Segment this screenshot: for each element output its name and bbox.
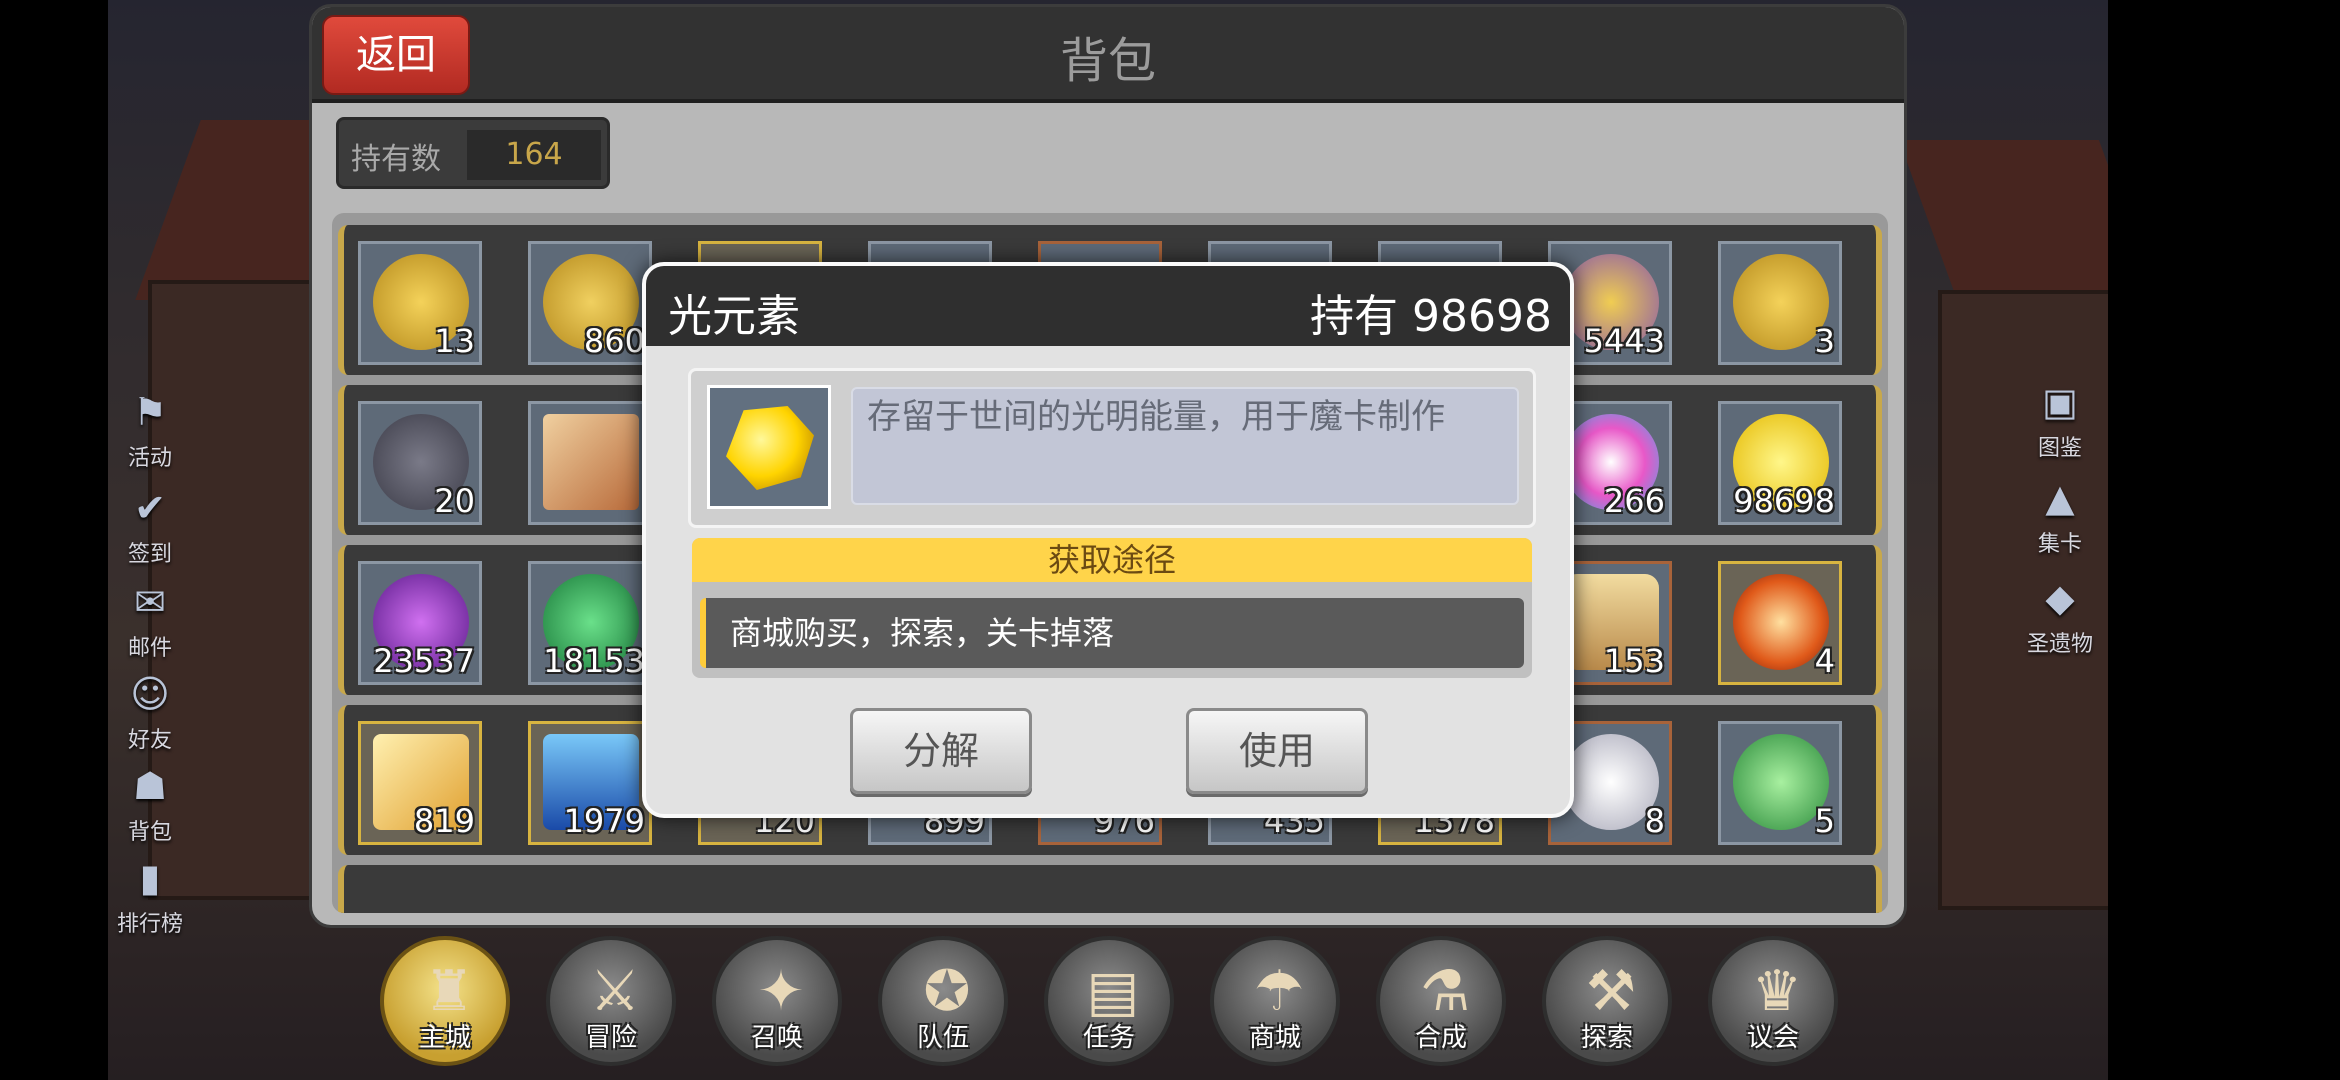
item-slot[interactable]: 4 [1718, 561, 1842, 685]
item-quantity: 3 [1814, 322, 1835, 360]
nav-summon[interactable]: ✦ 召唤 [712, 936, 842, 1066]
item-quantity: 13 [434, 322, 475, 360]
item-quantity: 1979 [563, 802, 645, 840]
nav-main-city[interactable]: ♜ 主城 [380, 936, 510, 1066]
item-slot[interactable]: 860 [528, 241, 652, 365]
dialog-header: 光元素 持有 98698 [646, 266, 1570, 346]
item-detail-dialog: 光元素 持有 98698 存留于世间的光明能量，用于魔卡制作 获取途径 商城购买… [642, 262, 1574, 818]
item-slot[interactable]: 20 [358, 401, 482, 525]
item-slot[interactable]: 18153 [528, 561, 652, 685]
item-quantity: 4 [1814, 642, 1835, 680]
item-quantity: 8 [1644, 802, 1665, 840]
use-button[interactable]: 使用 [1186, 708, 1368, 794]
side-activity-label: 活动 [127, 446, 172, 471]
nav-label: 探索 [1580, 1023, 1633, 1053]
checkin-icon: ✔ [134, 486, 166, 530]
nav-team[interactable]: ✪ 队伍 [878, 936, 1008, 1066]
side-backpack-label: 背包 [127, 820, 172, 845]
bottom-navigation: ♜ 主城 ⚔ 冒险 ✦ 召唤 ✪ 队伍 ▤ 任务 ☂ 商城 ⚗ 合成 ⚒ 探索 … [380, 936, 1840, 1076]
item-quantity: 20 [434, 482, 475, 520]
decompose-button[interactable]: 分解 [850, 708, 1032, 794]
item-quantity: 23537 [373, 642, 475, 680]
nav-council[interactable]: ♛ 议会 [1708, 936, 1838, 1066]
side-codex-label: 图鉴 [2037, 436, 2082, 461]
item-quantity: 153 [1603, 642, 1665, 680]
item-count-label: 持有数 [351, 142, 441, 177]
side-card-collection-label: 集卡 [2037, 532, 2082, 557]
item-count-box: 持有数 164 [336, 117, 610, 189]
item-slot[interactable]: 98698 [1718, 401, 1842, 525]
nav-explore[interactable]: ⚒ 探索 [1542, 936, 1672, 1066]
side-codex[interactable]: ▣ 图鉴 [2010, 380, 2110, 462]
acquisition-section: 获取途径 商城购买，探索，关卡掉落 [692, 538, 1532, 678]
item-quantity: 266 [1603, 482, 1665, 520]
nav-label: 召唤 [750, 1023, 803, 1053]
nav-adventure[interactable]: ⚔ 冒险 [546, 936, 676, 1066]
side-ranking[interactable]: ▮ 排行榜 [108, 856, 192, 938]
nav-label: 合成 [1414, 1023, 1467, 1053]
mail-icon: ✉ [134, 580, 166, 624]
codex-icon: ▣ [2042, 380, 2078, 424]
acquisition-text: 商城购买，探索，关卡掉落 [700, 598, 1524, 668]
backpack-icon: ☗ [132, 764, 168, 808]
item-slot[interactable] [528, 401, 652, 525]
side-ranking-label: 排行榜 [116, 912, 183, 937]
nav-label: 任务 [1082, 1023, 1135, 1053]
nav-shop[interactable]: ☂ 商城 [1210, 936, 1340, 1066]
side-activity[interactable]: ⚑ 活动 [108, 390, 192, 472]
item-slot[interactable]: 1979 [528, 721, 652, 845]
side-backpack[interactable]: ☗ 背包 [108, 764, 192, 846]
nav-quest[interactable]: ▤ 任务 [1044, 936, 1174, 1066]
item-quantity: 98698 [1733, 482, 1835, 520]
side-mail-label: 邮件 [127, 636, 172, 661]
card-collection-icon: ▲ [2045, 476, 2075, 520]
item-name: 光元素 [668, 291, 800, 342]
ticket-icon [543, 414, 639, 510]
ranking-icon: ▮ [139, 856, 161, 900]
relic-icon: ◆ [2045, 576, 2075, 620]
item-count-value: 164 [467, 130, 601, 180]
nav-label: 议会 [1746, 1023, 1799, 1053]
side-friends[interactable]: ☺ 好友 [108, 672, 192, 754]
item-icon-frame [707, 385, 831, 509]
item-slot[interactable]: 23537 [358, 561, 482, 685]
side-friends-label: 好友 [127, 728, 172, 753]
side-card-collection[interactable]: ▲ 集卡 [2010, 476, 2110, 558]
activity-icon: ⚑ [132, 390, 168, 434]
item-slot[interactable]: 819 [358, 721, 482, 845]
side-relic-label: 圣遗物 [2026, 632, 2093, 657]
side-checkin[interactable]: ✔ 签到 [108, 486, 192, 568]
acquisition-title: 获取途径 [692, 538, 1532, 582]
item-slot[interactable]: 13 [358, 241, 482, 365]
item-owned-count: 持有 98698 [1310, 291, 1552, 342]
item-quantity: 819 [413, 802, 475, 840]
item-quantity: 18153 [543, 642, 645, 680]
nav-label: 队伍 [916, 1023, 969, 1053]
side-relic[interactable]: ◆ 圣遗物 [2010, 576, 2110, 658]
item-slot[interactable]: 3 [1718, 241, 1842, 365]
light-element-icon [726, 406, 814, 490]
side-mail[interactable]: ✉ 邮件 [108, 580, 192, 662]
backpack-header: 返回 背包 [312, 7, 1904, 103]
friends-icon: ☺ [130, 672, 170, 716]
page-title: 背包 [1059, 33, 1156, 89]
item-quantity: 5443 [1583, 322, 1665, 360]
item-description: 存留于世间的光明能量，用于魔卡制作 [851, 387, 1519, 505]
nav-label: 商城 [1248, 1023, 1301, 1053]
item-info-box: 存留于世间的光明能量，用于魔卡制作 [688, 368, 1536, 528]
item-row [338, 865, 1882, 913]
side-checkin-label: 签到 [127, 542, 172, 567]
nav-label: 主城 [418, 1023, 471, 1053]
item-quantity: 5 [1814, 802, 1835, 840]
item-quantity: 860 [583, 322, 645, 360]
nav-craft[interactable]: ⚗ 合成 [1376, 936, 1506, 1066]
item-slot[interactable]: 5 [1718, 721, 1842, 845]
nav-label: 冒险 [584, 1023, 637, 1053]
